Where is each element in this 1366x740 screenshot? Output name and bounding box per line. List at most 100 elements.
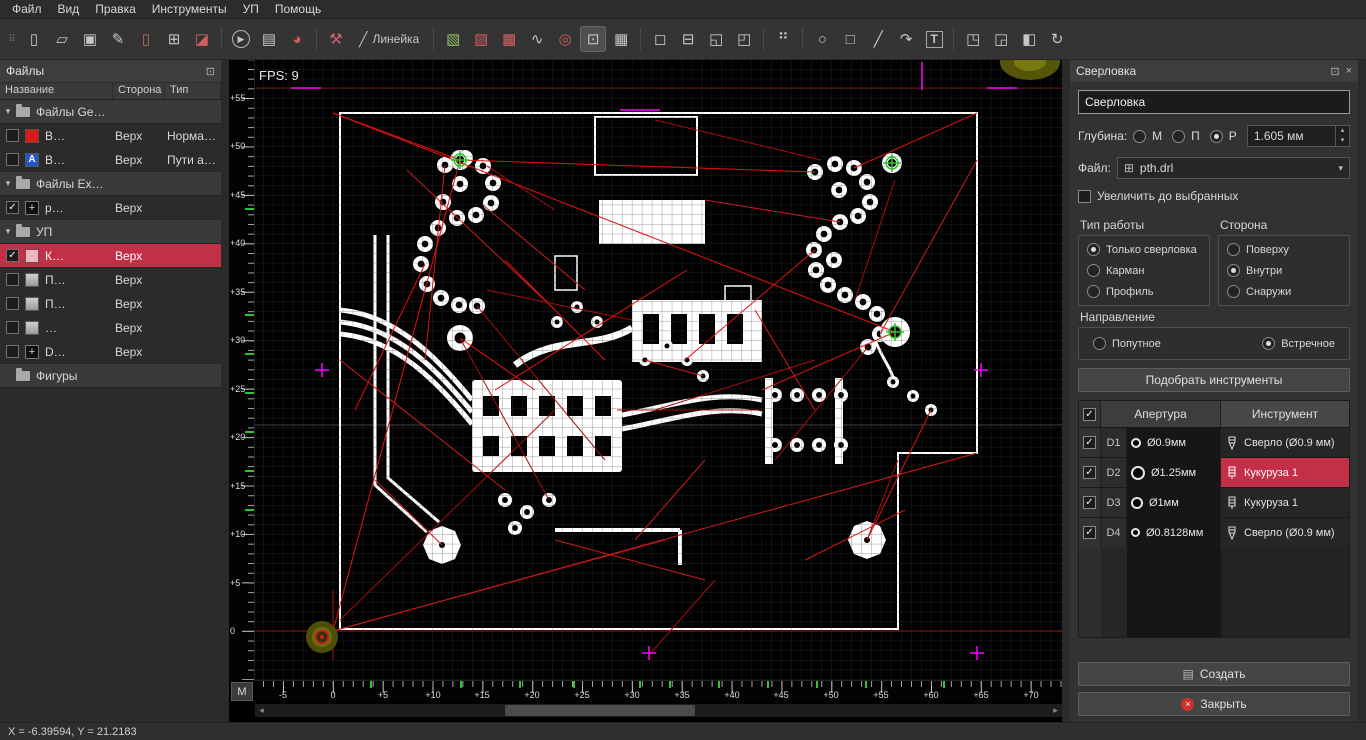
export-file-button[interactable]: ⊞	[161, 26, 187, 52]
scroll-right-arrow[interactable]: ▸	[1049, 705, 1062, 716]
pcb-canvas[interactable]: FPS: 9 +55 +50 +45 +40 +35 +30 +25 +20 +…	[229, 60, 1062, 722]
scrollbar-track[interactable]	[268, 704, 1049, 717]
edit-file-button[interactable]: ✎	[105, 26, 131, 52]
file-row[interactable]: В… Верх Норма…	[0, 124, 221, 148]
pcb-viewport[interactable]	[255, 60, 1062, 680]
spin-up-icon[interactable]: ▴	[1341, 126, 1345, 136]
file-group-row[interactable]: ▾ Файлы Ex…	[0, 172, 221, 196]
import-file-button[interactable]: ▯	[133, 26, 159, 52]
radio-profile[interactable]	[1087, 285, 1100, 298]
menu-view[interactable]: Вид	[50, 1, 88, 17]
file-group-row[interactable]: Фигуры	[0, 364, 221, 388]
tool-row[interactable]: ✓ D1 Ø0.9мм Сверло (Ø0.9 мм)	[1079, 427, 1349, 457]
visibility-checkbox[interactable]	[6, 321, 19, 334]
scrollbar-thumb[interactable]	[505, 705, 695, 716]
visibility-checkbox[interactable]	[6, 153, 19, 166]
scroll-left-arrow[interactable]: ◂	[255, 705, 268, 716]
select-subtract-button[interactable]: ⊟	[675, 26, 701, 52]
file-row[interactable]: П… Верх	[0, 268, 221, 292]
expand-arrow-icon[interactable]: ▾	[0, 106, 16, 117]
side-option[interactable]: Внутри	[1227, 264, 1341, 277]
column-header-side[interactable]: Сторона	[113, 83, 165, 99]
save-file-button[interactable]: ▣	[77, 26, 103, 52]
file-row-selected[interactable]: ✓ К… Верх	[0, 244, 221, 268]
menu-file[interactable]: Файл	[4, 1, 50, 17]
column-header-name[interactable]: Название	[0, 83, 113, 99]
tool-row[interactable]: ✓ D3 Ø1мм Кукуруза 1	[1079, 487, 1349, 517]
new-file-button[interactable]: ▯	[21, 26, 47, 52]
circle-tool-button[interactable]: ○	[809, 26, 835, 52]
statistics-button[interactable]: ◕	[284, 26, 310, 52]
grid-button[interactable]: ▦	[608, 26, 634, 52]
report-button[interactable]: ▤	[256, 26, 282, 52]
visibility-checkbox[interactable]: ✓	[6, 249, 19, 262]
expand-arrow-icon[interactable]: ▾	[0, 178, 16, 189]
select-rect-button[interactable]: ◻	[647, 26, 673, 52]
tool-row[interactable]: ✓ D4 Ø0.8128мм Сверло (Ø0.9 мм)	[1079, 517, 1349, 547]
horizontal-scrollbar[interactable]: ◂ ▸	[255, 704, 1062, 717]
direction-option[interactable]: Попутное	[1093, 337, 1161, 350]
menu-tools[interactable]: Инструменты	[144, 1, 235, 17]
detach-button[interactable]: ◲	[988, 26, 1014, 52]
file-group-row[interactable]: ▾ Файлы Ge…	[0, 100, 221, 124]
text-tool-button[interactable]: T	[921, 26, 947, 52]
tool-cell[interactable]: Сверло (Ø0.9 мм)	[1221, 518, 1349, 547]
curve-button[interactable]: ∿	[524, 26, 550, 52]
depth-spinbox[interactable]: 1.605 мм ▴ ▾	[1246, 125, 1350, 147]
tool-row-checkbox[interactable]: ✓	[1083, 466, 1096, 479]
radio-conventional[interactable]	[1262, 337, 1276, 350]
radio-climb[interactable]	[1093, 337, 1106, 350]
work-type-option[interactable]: Только сверловка	[1087, 243, 1201, 256]
depth-radio-p[interactable]	[1172, 129, 1186, 143]
spin-down-icon[interactable]: ▾	[1341, 136, 1345, 146]
file-row[interactable]: D… Верх	[0, 340, 221, 364]
rect-tool-button[interactable]: □	[837, 26, 863, 52]
visibility-checkbox[interactable]	[6, 129, 19, 142]
zoom-all-button[interactable]: ◰	[731, 26, 757, 52]
file-group-row[interactable]: ▾ УП	[0, 220, 221, 244]
pad-matrix-button[interactable]: ⠛	[770, 26, 796, 52]
column-header-type[interactable]: Тип	[165, 83, 221, 99]
tool-cell[interactable]: Кукуруза 1	[1221, 488, 1349, 517]
visibility-checkbox[interactable]: ✓	[6, 201, 19, 214]
tool-column-header[interactable]: Инструмент	[1221, 401, 1349, 427]
drill-file-select[interactable]: ⊞ pth.drl ▾	[1116, 157, 1350, 179]
film-bottom-button[interactable]: ▨	[468, 26, 494, 52]
direction-option[interactable]: Встречное	[1262, 337, 1335, 350]
toolbar-grip[interactable]: ⠿	[5, 26, 19, 52]
tool-row-selected[interactable]: ✓ D2 Ø1.25мм Кукуруза 1	[1079, 457, 1349, 487]
film-top-button[interactable]: ▧	[440, 26, 466, 52]
file-row[interactable]: ✓ р… Верх	[0, 196, 221, 220]
aperture-column-header[interactable]: Апертура	[1101, 401, 1221, 427]
operation-name-input[interactable]	[1078, 90, 1350, 114]
depth-radio-m[interactable]	[1133, 129, 1147, 143]
film-stack-button[interactable]: ▩	[496, 26, 522, 52]
radio-outside[interactable]	[1227, 285, 1240, 298]
close-panel-icon[interactable]: ×	[1346, 65, 1352, 78]
units-button[interactable]: М	[231, 682, 253, 701]
tool-cell[interactable]: Кукуруза 1	[1221, 458, 1349, 487]
select-all-checkbox[interactable]: ✓	[1083, 407, 1096, 421]
file-row[interactable]: П… Верх	[0, 292, 221, 316]
float-panel-icon[interactable]: ⊡	[206, 65, 215, 78]
merge-files-button[interactable]: ◪	[189, 26, 215, 52]
work-type-option[interactable]: Профиль	[1087, 285, 1201, 298]
tool-row-checkbox[interactable]: ✓	[1083, 526, 1096, 539]
radio-drill-only[interactable]	[1087, 243, 1100, 256]
side-option[interactable]: Поверху	[1227, 243, 1341, 256]
ruler-button[interactable]: ╱ Линейка	[351, 26, 427, 52]
depth-radio-r[interactable]	[1209, 129, 1223, 143]
radio-inside[interactable]	[1227, 264, 1240, 277]
create-button[interactable]: ▤ Создать	[1078, 662, 1350, 686]
file-row[interactable]: … Верх	[0, 316, 221, 340]
tool-row-checkbox[interactable]: ✓	[1083, 496, 1096, 509]
visibility-checkbox[interactable]	[6, 345, 19, 358]
refresh-button[interactable]: ↻	[1044, 26, 1070, 52]
zoom-to-selected-checkbox[interactable]	[1078, 189, 1091, 203]
visibility-checkbox[interactable]	[6, 297, 19, 310]
open-file-button[interactable]: ▱	[49, 26, 75, 52]
zoom-checkbox-row[interactable]: Увеличить до выбранных	[1078, 189, 1350, 203]
menu-help[interactable]: Помощь	[267, 1, 329, 17]
arc-tool-button[interactable]: ↷	[893, 26, 919, 52]
radio-on-top[interactable]	[1227, 243, 1240, 256]
